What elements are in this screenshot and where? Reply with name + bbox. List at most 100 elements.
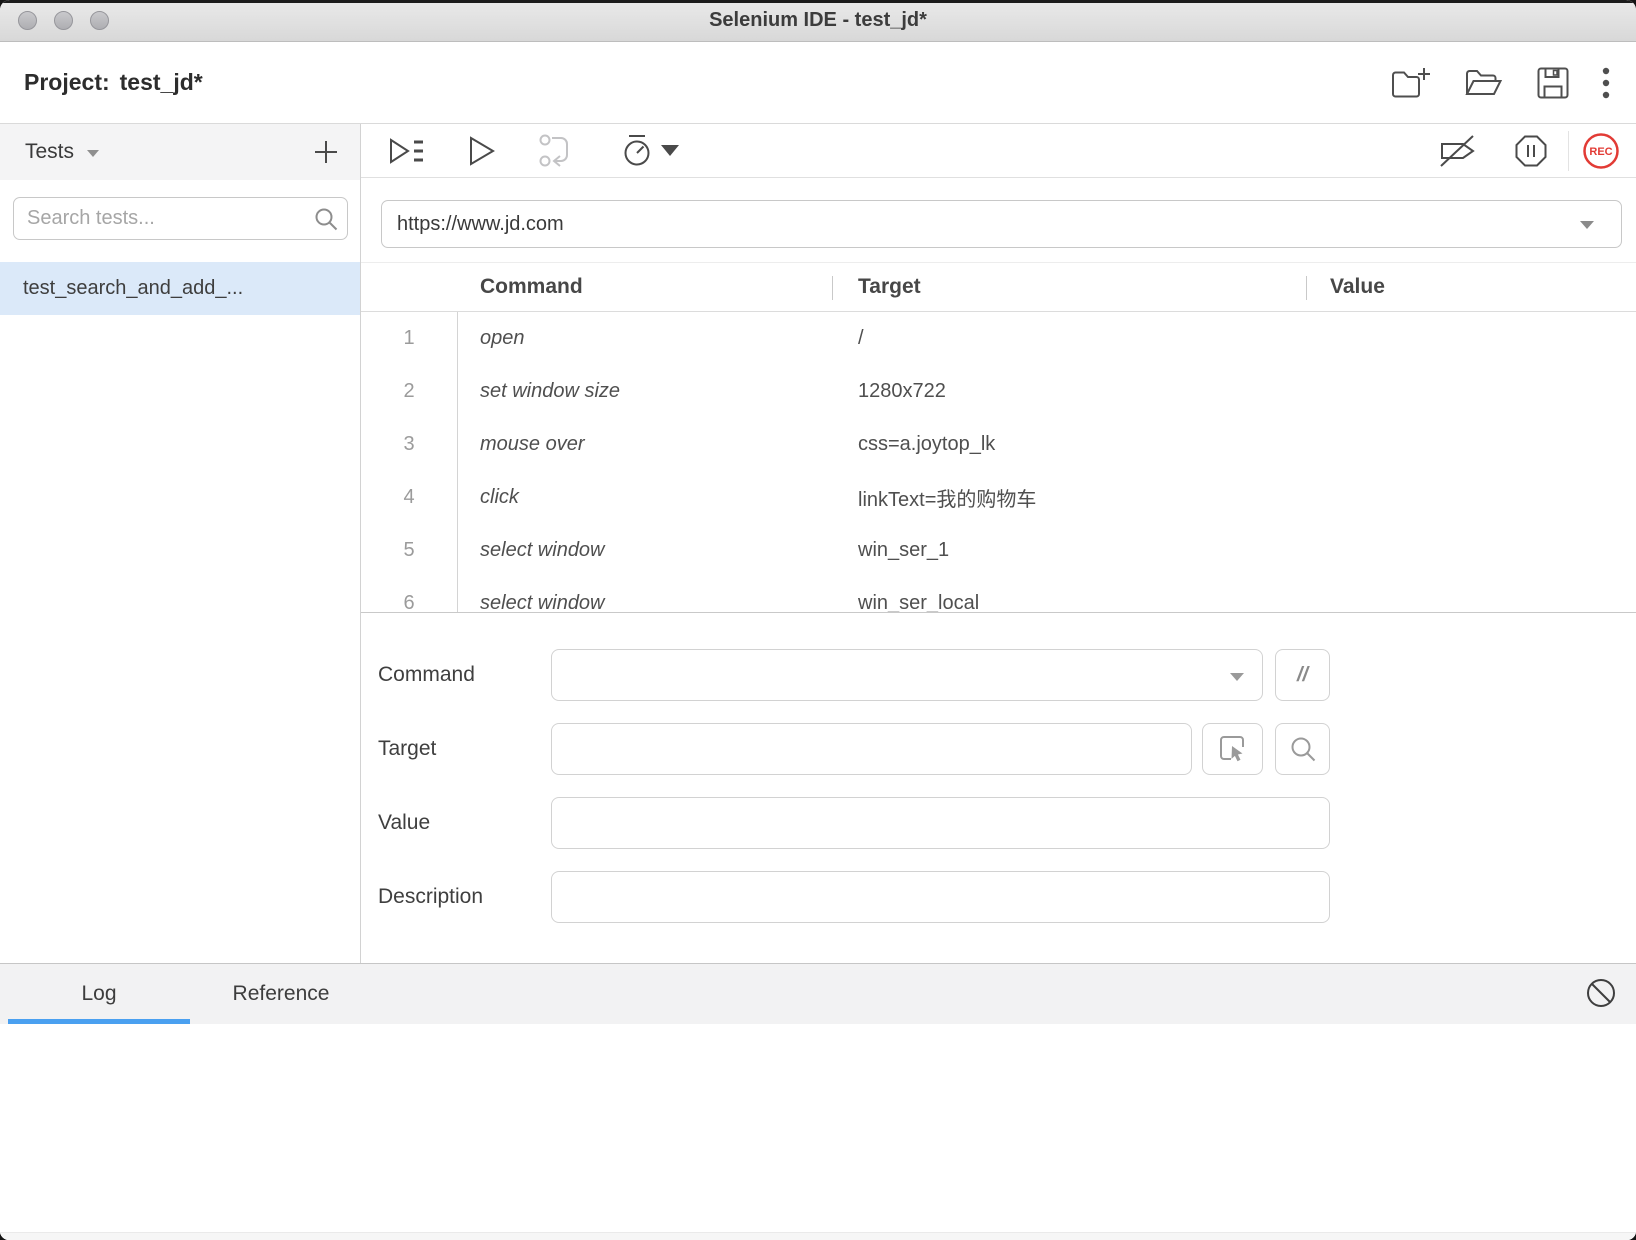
project-label: Project: bbox=[24, 69, 110, 96]
caret-down-icon bbox=[661, 145, 679, 157]
log-panel: LogReference bbox=[0, 963, 1636, 1240]
add-test-icon bbox=[314, 140, 338, 164]
target-column-header: Target bbox=[832, 263, 1306, 311]
row-target: win_ser_1 bbox=[832, 539, 1306, 562]
row-target: linkText=我的购物车 bbox=[832, 483, 1306, 512]
svg-text:REC: REC bbox=[1589, 146, 1612, 158]
select-target-button[interactable] bbox=[1202, 723, 1263, 775]
row-number-divider bbox=[457, 312, 458, 612]
command-column-header: Command bbox=[457, 263, 832, 311]
url-dropdown-caret-icon[interactable] bbox=[1580, 221, 1594, 229]
command-row[interactable]: 6select windowwin_ser_local bbox=[361, 577, 1636, 612]
command-select[interactable] bbox=[551, 649, 1263, 701]
find-target-button[interactable] bbox=[1275, 723, 1330, 775]
save-project-icon bbox=[1536, 66, 1570, 100]
log-tabbar: LogReference bbox=[0, 964, 1636, 1024]
window-top-edge bbox=[0, 0, 1636, 3]
tab-log[interactable]: Log bbox=[8, 964, 190, 1024]
value-editor-row: Value bbox=[361, 797, 1636, 849]
clear-log-icon bbox=[1585, 977, 1617, 1009]
target-input[interactable] bbox=[552, 724, 1191, 774]
record-icon: REC bbox=[1582, 132, 1620, 170]
tests-header: Tests bbox=[0, 124, 360, 180]
row-target: / bbox=[832, 327, 1306, 350]
test-list-item[interactable]: test_search_and_add_... bbox=[0, 262, 360, 315]
project-title: Project: test_jd* bbox=[24, 42, 203, 123]
value-field bbox=[551, 797, 1330, 849]
row-command: open bbox=[457, 327, 832, 350]
base-url-input[interactable] bbox=[381, 200, 1622, 248]
pause-on-exceptions-button[interactable] bbox=[1513, 124, 1549, 177]
toolbar-separator bbox=[1568, 131, 1569, 171]
value-column-header: Value bbox=[1306, 263, 1636, 311]
selenium-ide-window: Selenium IDE - test_jd* Project: test_jd… bbox=[0, 0, 1636, 1240]
description-input[interactable] bbox=[552, 872, 1329, 922]
log-content bbox=[0, 1024, 1636, 1240]
add-test-button[interactable] bbox=[314, 140, 338, 164]
step-over-button[interactable] bbox=[538, 124, 574, 177]
command-row[interactable]: 3mouse overcss=a.joytop_lk bbox=[361, 418, 1636, 471]
row-target: 1280x722 bbox=[832, 380, 1306, 403]
row-command: select window bbox=[457, 592, 832, 612]
execution-speed-icon bbox=[621, 134, 653, 168]
window-title: Selenium IDE - test_jd* bbox=[0, 0, 1636, 41]
run-current-test-button[interactable] bbox=[464, 124, 500, 177]
sidebar: Tests test_search_and_add_... bbox=[0, 124, 361, 963]
command-field-label: Command bbox=[378, 649, 475, 701]
row-number: 6 bbox=[361, 592, 457, 612]
target-field-label: Target bbox=[378, 723, 436, 775]
record-button[interactable]: REC bbox=[1582, 124, 1620, 177]
disable-breakpoints-button[interactable] bbox=[1439, 124, 1477, 177]
command-table-header: Command Target Value bbox=[361, 262, 1636, 312]
execution-speed-caret[interactable] bbox=[659, 124, 681, 177]
search-tests bbox=[13, 197, 348, 240]
run-all-tests-button[interactable] bbox=[387, 124, 425, 177]
row-number: 2 bbox=[361, 380, 457, 403]
step-over-icon bbox=[538, 133, 574, 169]
command-editor-row: Command // bbox=[361, 649, 1636, 701]
open-project-icon bbox=[1464, 67, 1504, 99]
row-target: css=a.joytop_lk bbox=[832, 433, 1306, 456]
description-field bbox=[551, 871, 1330, 923]
row-command: set window size bbox=[457, 380, 832, 403]
tab-reference[interactable]: Reference bbox=[190, 964, 372, 1024]
tests-dropdown-caret-icon[interactable] bbox=[87, 150, 99, 157]
search-icon bbox=[313, 206, 339, 232]
command-row[interactable]: 2set window size1280x722 bbox=[361, 365, 1636, 418]
command-row[interactable]: 4clicklinkText=我的购物车 bbox=[361, 471, 1636, 524]
row-command: select window bbox=[457, 539, 832, 562]
test-list: test_search_and_add_... bbox=[0, 262, 360, 315]
tests-dropdown[interactable]: Tests bbox=[25, 140, 74, 164]
open-project-button[interactable] bbox=[1464, 67, 1504, 99]
search-tests-input[interactable] bbox=[13, 197, 348, 240]
log-tabs: LogReference bbox=[8, 964, 372, 1024]
toolbar: REC bbox=[361, 124, 1636, 178]
project-bar: Project: test_jd* bbox=[0, 42, 1636, 124]
save-project-button[interactable] bbox=[1536, 66, 1570, 100]
row-target: win_ser_local bbox=[832, 592, 1306, 612]
project-actions bbox=[1390, 42, 1610, 123]
row-number: 5 bbox=[361, 539, 457, 562]
comment-toggle-label: // bbox=[1297, 664, 1308, 687]
command-row[interactable]: 5select windowwin_ser_1 bbox=[361, 524, 1636, 577]
disable-breakpoints-icon bbox=[1439, 133, 1477, 169]
run-current-test-icon bbox=[468, 135, 496, 167]
window-bottom-edge bbox=[0, 1232, 1636, 1240]
target-field bbox=[551, 723, 1192, 775]
command-row[interactable]: 1open/ bbox=[361, 312, 1636, 365]
titlebar[interactable]: Selenium IDE - test_jd* bbox=[0, 0, 1636, 42]
value-input[interactable] bbox=[552, 798, 1329, 848]
target-editor-row: Target bbox=[361, 723, 1636, 775]
command-dropdown-caret-icon bbox=[1230, 673, 1244, 681]
row-number: 1 bbox=[361, 327, 457, 350]
find-target-search-icon bbox=[1289, 735, 1317, 763]
description-editor-row: Description bbox=[361, 871, 1636, 923]
value-field-label: Value bbox=[378, 797, 430, 849]
more-options-icon bbox=[1602, 66, 1610, 100]
new-project-button[interactable] bbox=[1390, 66, 1432, 100]
more-options-button[interactable] bbox=[1602, 66, 1610, 100]
comment-toggle-button[interactable]: // bbox=[1275, 649, 1330, 701]
execution-speed-button[interactable] bbox=[617, 124, 657, 177]
row-command: mouse over bbox=[457, 433, 832, 456]
clear-log-button[interactable] bbox=[1585, 977, 1617, 1009]
